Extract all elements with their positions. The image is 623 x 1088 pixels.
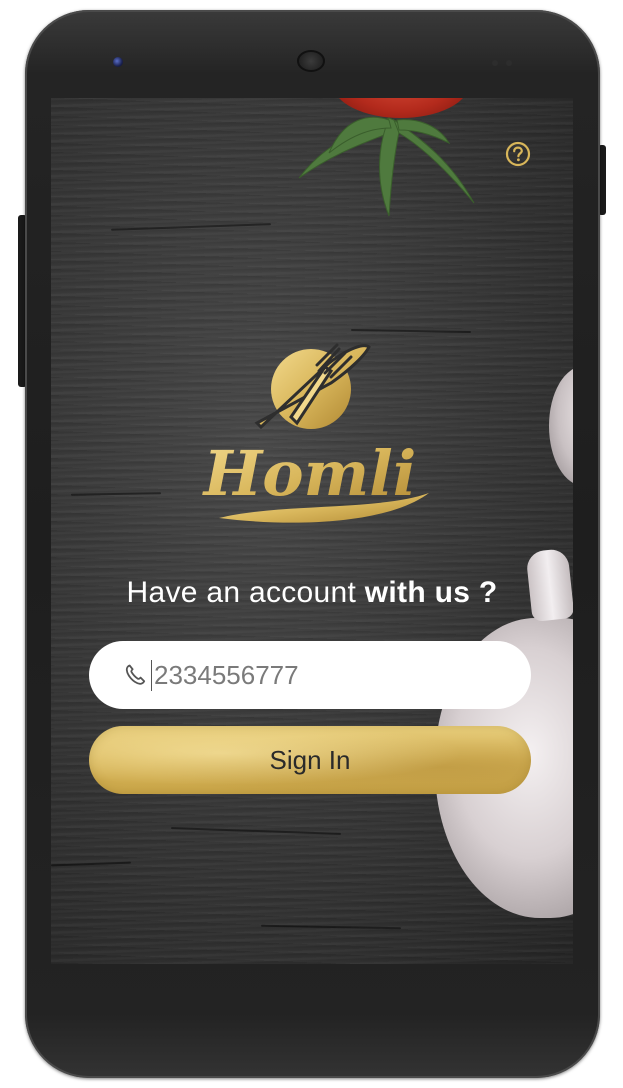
wood-grain (51, 861, 132, 867)
sign-in-button[interactable]: Sign In (89, 726, 531, 794)
phone-number-input[interactable] (151, 659, 494, 691)
app-screen: Homli Have an account with us ? Sign In (51, 98, 573, 964)
fork-knife-logo-icon (254, 343, 371, 430)
phone-input-container[interactable] (89, 641, 531, 709)
help-button[interactable] (504, 140, 532, 168)
wood-grain (70, 492, 162, 496)
light-sensor (506, 60, 512, 66)
wood-grain (171, 827, 341, 835)
front-camera (113, 57, 123, 67)
phone-icon (125, 664, 146, 685)
help-icon (505, 141, 531, 167)
tomato-stem-decoration (298, 116, 475, 217)
login-headline: Have an account with us ? (51, 576, 573, 610)
wood-grain (260, 924, 402, 930)
brand-wordmark: Homli (202, 437, 417, 510)
proximity-sensor (492, 60, 498, 66)
garlic-decoration (549, 366, 573, 486)
wood-grain (111, 223, 271, 231)
homli-logo: Homli (202, 343, 429, 523)
headline-bold: with us ? (364, 576, 498, 609)
wood-grain (350, 328, 472, 334)
earpiece-speaker (297, 50, 325, 72)
headline-regular: Have an account (126, 576, 365, 609)
